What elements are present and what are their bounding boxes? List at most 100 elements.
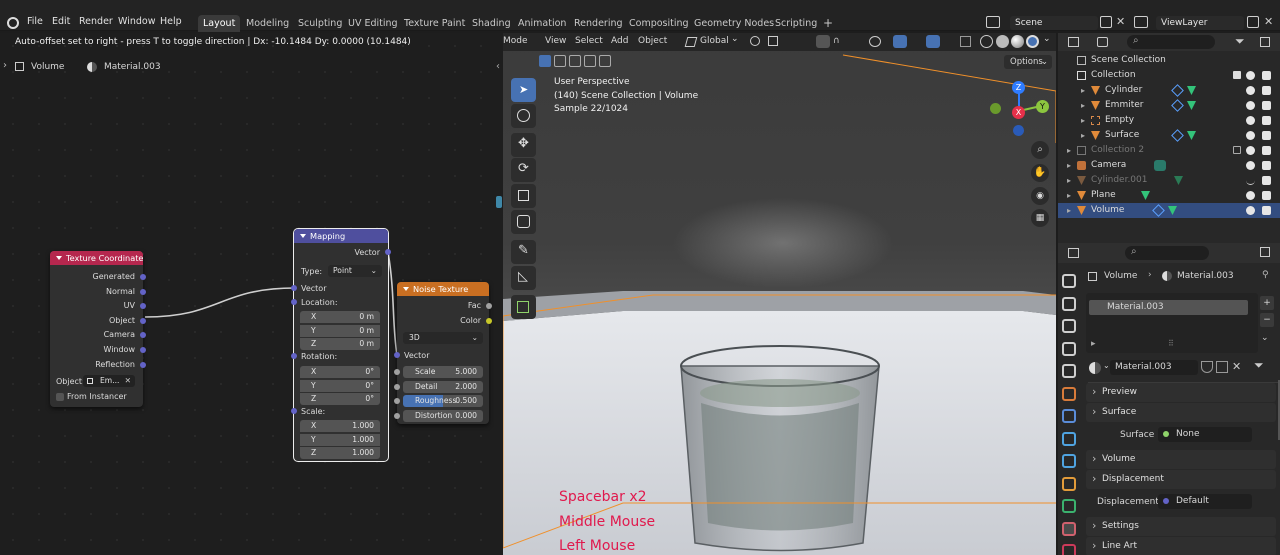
clear-object-icon[interactable]: ✕ — [125, 375, 131, 387]
object-data-tab-icon[interactable] — [1062, 499, 1076, 513]
gizmo-neg-y-axis[interactable] — [990, 103, 1001, 114]
viewport-menu-view[interactable]: View — [545, 36, 566, 46]
tab-modeling[interactable]: Modeling — [241, 15, 294, 32]
outliner-row-emmiter[interactable]: ▸ Emmiter — [1058, 98, 1280, 113]
tab-compositing[interactable]: Compositing — [624, 15, 694, 32]
noise-roughness-socket[interactable] — [394, 398, 400, 404]
viewport-menu-add[interactable]: Add — [611, 36, 628, 46]
properties-search-input[interactable]: ⌕ — [1125, 246, 1209, 260]
render-camera-icon[interactable] — [1262, 131, 1271, 140]
options-dropdown[interactable]: Options ⌄ — [1004, 55, 1052, 69]
exclude-checkbox[interactable] — [1233, 146, 1241, 154]
outliner-row-camera[interactable]: ▸ Camera — [1058, 158, 1280, 173]
visibility-eye-icon[interactable] — [1246, 191, 1255, 200]
outliner-row-plane[interactable]: ▸ Plane — [1058, 188, 1280, 203]
expand-arrow-icon[interactable]: ▸ — [1067, 173, 1071, 188]
proportional-editing-icon[interactable] — [816, 35, 830, 48]
menu-render[interactable]: Render — [79, 0, 113, 32]
scene-icon[interactable] — [986, 16, 1000, 28]
node-tree-filter-icon[interactable]: ⏷ — [1254, 358, 1264, 373]
material-name-field[interactable]: Material.003 — [1110, 360, 1198, 375]
chevron-down-icon[interactable]: ⌄ — [1043, 34, 1051, 44]
render-camera-icon[interactable] — [1262, 206, 1271, 215]
noise-roughness-field[interactable]: Roughness 0.500 — [403, 395, 483, 407]
noise-scale-socket[interactable] — [394, 369, 400, 375]
new-scene-icon[interactable] — [1100, 16, 1112, 28]
visibility-eye-icon[interactable] — [1246, 176, 1255, 185]
outliner-row-scene-collection[interactable]: Scene Collection — [1058, 53, 1280, 68]
select-invert-mode-icon[interactable] — [584, 55, 596, 67]
tc-window-socket[interactable] — [140, 347, 146, 353]
object-picker[interactable]: Em... ✕ — [83, 375, 135, 387]
zoom-icon[interactable]: ⌕ — [1031, 141, 1049, 159]
pivot-point-icon[interactable] — [750, 36, 760, 46]
xray-icon[interactable] — [960, 36, 971, 47]
surface-shader-field[interactable]: None — [1158, 427, 1252, 442]
mapping-type-dropdown[interactable]: Point ⌄ — [328, 265, 382, 277]
material-slot-item[interactable]: Material.003 — [1089, 300, 1248, 315]
tc-normal-socket[interactable] — [140, 288, 146, 295]
texture-coordinate-node[interactable]: Texture Coordinate Generated Normal UV Obje… — [50, 251, 146, 407]
mapping-node[interactable]: Mapping Vector Type: Point ⌄ Vector Loca… — [291, 229, 391, 461]
map-loc-y[interactable]: Y 0 m — [300, 324, 380, 337]
cursor-tool[interactable] — [511, 104, 536, 128]
exclude-checkbox[interactable] — [1233, 71, 1241, 79]
filter-icon[interactable]: ⏷ — [1235, 34, 1245, 49]
menu-edit[interactable]: Edit — [52, 0, 70, 32]
map-rot-y[interactable]: Y 0° — [300, 379, 380, 392]
noise-distortion-field[interactable]: Distortion 0.000 — [403, 409, 483, 422]
select-box-mode-icon[interactable] — [539, 55, 551, 67]
settings-panel[interactable]: Settings — [1086, 516, 1276, 536]
visibility-eye-icon[interactable] — [1246, 131, 1255, 140]
expand-arrow-icon[interactable]: ▸ — [1081, 113, 1085, 128]
viewport-menu-select[interactable]: Select — [575, 36, 603, 46]
duplicate-material-icon[interactable] — [1216, 361, 1228, 373]
render-camera-icon[interactable] — [1262, 191, 1271, 200]
preview-panel[interactable]: Preview — [1086, 382, 1276, 402]
tab-scripting[interactable]: Scripting — [770, 15, 822, 32]
mapping-scale-socket[interactable] — [291, 408, 297, 414]
noise-scale-field[interactable]: Scale 5.000 — [403, 366, 483, 378]
new-collection-icon[interactable] — [1260, 37, 1270, 47]
chevron-down-icon[interactable]: ⌄ — [1261, 333, 1269, 343]
visibility-eye-icon[interactable] — [1246, 206, 1255, 215]
pan-hand-icon[interactable]: ✋ — [1031, 164, 1049, 182]
new-view-layer-icon[interactable] — [1247, 16, 1259, 28]
noise-distortion-socket[interactable] — [394, 412, 400, 419]
visibility-eye-icon[interactable] — [1246, 71, 1255, 80]
measure-tool[interactable]: ◺ — [511, 266, 536, 290]
noise-dimensions-dropdown[interactable]: 3D ⌄ — [403, 332, 483, 344]
noise-detail-field[interactable]: Detail 2.000 — [403, 380, 483, 393]
render-camera-icon[interactable] — [1262, 146, 1271, 155]
material-preview-shading-icon[interactable] — [1011, 35, 1024, 48]
expand-arrow-icon[interactable]: ▸ — [1067, 203, 1071, 218]
output-tab-icon[interactable] — [1062, 319, 1076, 333]
properties-editor-type-icon[interactable] — [1068, 248, 1079, 258]
line-art-panel[interactable]: Line Art — [1086, 536, 1276, 555]
map-rot-x[interactable]: X 0° — [300, 366, 380, 378]
display-mode-icon[interactable] — [1097, 37, 1108, 47]
constraints-tab-icon[interactable] — [1062, 476, 1076, 491]
noise-texture-header[interactable]: Noise Texture — [397, 282, 489, 296]
surface-panel[interactable]: Surface — [1086, 402, 1276, 422]
ortho-grid-icon[interactable]: ▦ — [1031, 209, 1049, 227]
displacement-panel[interactable]: Displacement — [1086, 469, 1276, 489]
noise-texture-node[interactable]: Noise Texture Fac Color 3D ⌄ Vector Scale… — [394, 282, 492, 424]
render-tab-icon[interactable] — [1062, 296, 1076, 311]
render-camera-icon[interactable] — [1262, 116, 1271, 125]
tab-shading[interactable]: Shading — [467, 15, 516, 32]
expand-arrow-icon[interactable]: ▸ — [1067, 158, 1071, 173]
material-slot-list[interactable]: Material.003 ▸ ⠿ — [1086, 293, 1258, 353]
3d-viewport[interactable]: Mode View Select Add Object Global ⌄ ∩ ⌄ Opt… — [503, 33, 1056, 555]
texture-tab-icon[interactable] — [1062, 544, 1076, 555]
outliner-row-volume[interactable]: ▸ Volume — [1058, 203, 1280, 218]
view-layer-selector[interactable]: ViewLayer — [1156, 16, 1244, 30]
map-rot-z[interactable]: Z 0° — [300, 393, 380, 405]
visibility-eye-icon[interactable] — [1246, 161, 1255, 170]
map-scl-z[interactable]: Z 1.000 — [300, 447, 380, 459]
noise-fac-socket[interactable] — [486, 303, 492, 309]
outliner-row-collection[interactable]: Collection — [1058, 68, 1280, 83]
rotate-tool[interactable]: ⟳ — [511, 158, 536, 182]
view-layer-tab-icon[interactable] — [1062, 341, 1076, 356]
gizmo-toggle-icon[interactable] — [893, 35, 907, 48]
